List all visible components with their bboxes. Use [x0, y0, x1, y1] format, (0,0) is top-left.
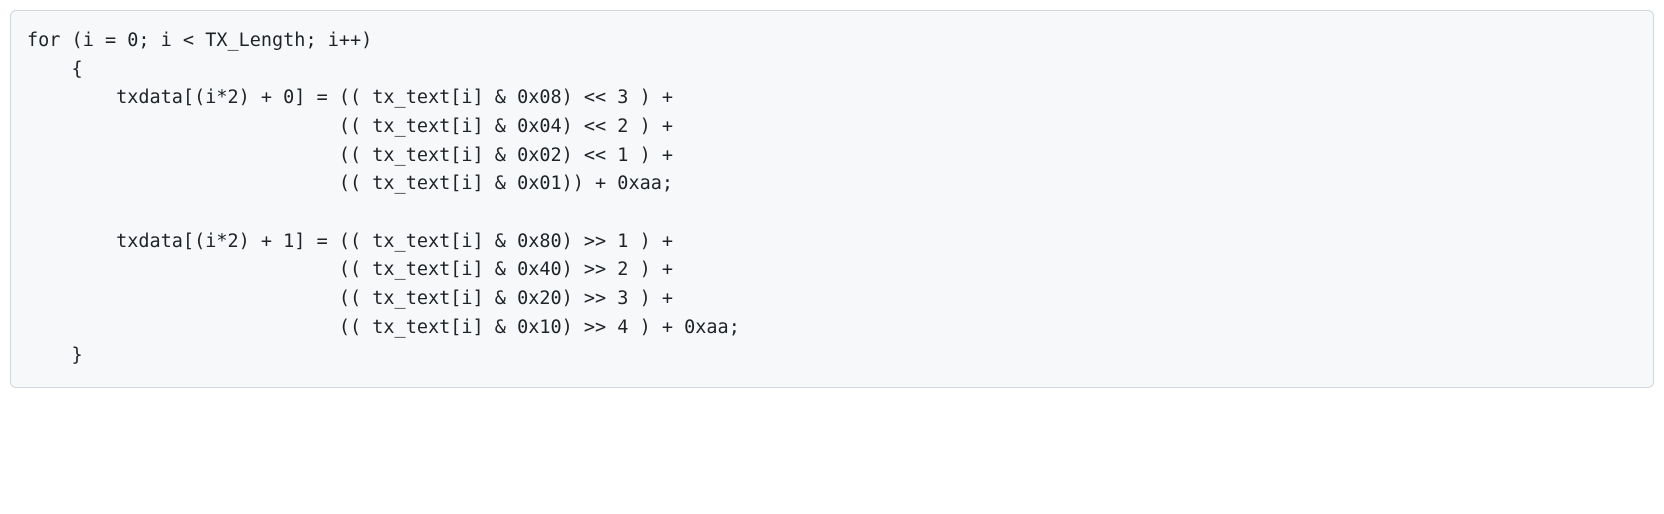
code-line: } — [27, 345, 83, 366]
code-content: for (i = 0; i < TX_Length; i++) { txdata… — [27, 30, 740, 366]
code-line: for (i = 0; i < TX_Length; i++) — [27, 30, 372, 51]
code-line: (( tx_text[i] & 0x04) << 2 ) + — [27, 116, 673, 137]
code-line: txdata[(i*2) + 0] = (( tx_text[i] & 0x08… — [27, 87, 673, 108]
code-line: txdata[(i*2) + 1] = (( tx_text[i] & 0x80… — [27, 231, 673, 252]
code-line: (( tx_text[i] & 0x02) << 1 ) + — [27, 145, 673, 166]
code-line: (( tx_text[i] & 0x10) >> 4 ) + 0xaa; — [27, 317, 740, 338]
code-block: for (i = 0; i < TX_Length; i++) { txdata… — [10, 10, 1654, 388]
code-line: (( tx_text[i] & 0x40) >> 2 ) + — [27, 259, 673, 280]
code-line: (( tx_text[i] & 0x20) >> 3 ) + — [27, 288, 673, 309]
code-line: { — [27, 59, 83, 80]
code-line: (( tx_text[i] & 0x01)) + 0xaa; — [27, 173, 673, 194]
